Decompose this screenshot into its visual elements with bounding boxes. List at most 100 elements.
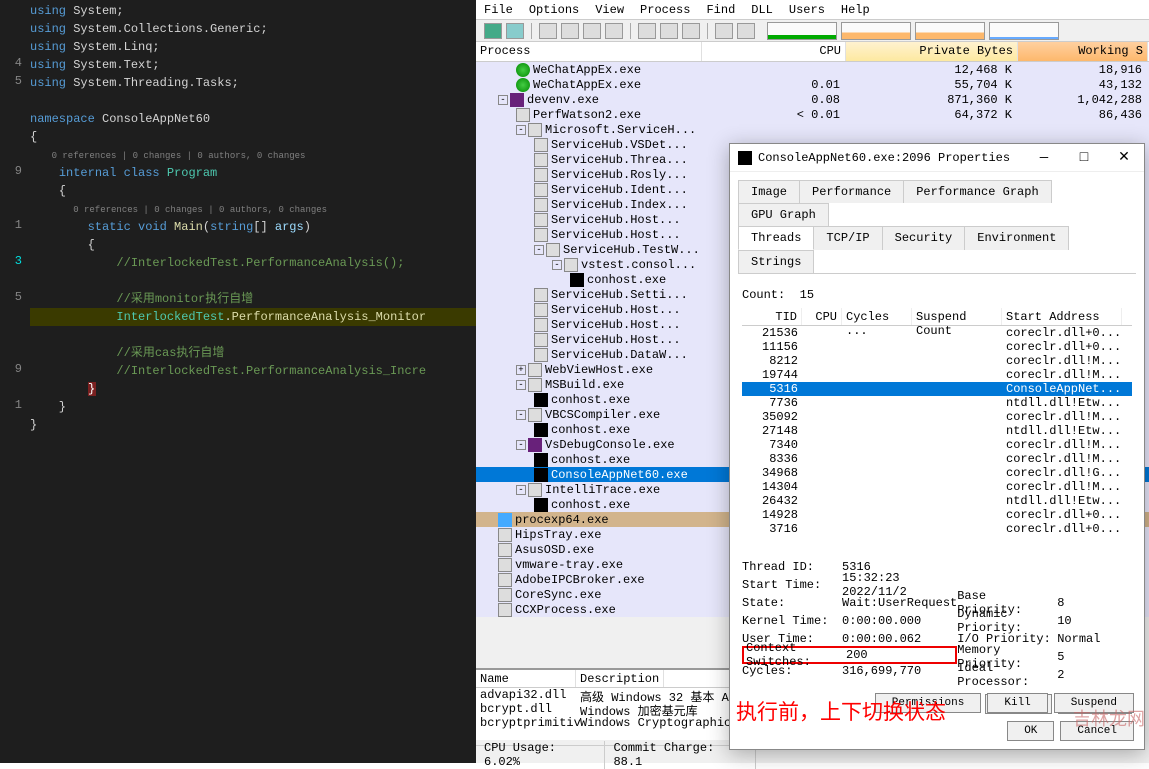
thread-headers[interactable]: TID CPU Cycles ... Suspend Count Start A… [742, 308, 1132, 326]
process-row[interactable]: -Microsoft.ServiceH... [476, 122, 1149, 137]
col-process[interactable]: Process [476, 42, 702, 61]
code-editor: 45913591 using System;using System.Colle… [0, 0, 476, 763]
thread-row[interactable]: 3716coreclr.dll+0... [742, 522, 1132, 536]
graph-strip [767, 22, 1059, 40]
thread-list[interactable]: 21536coreclr.dll+0...11156coreclr.dll+0.… [742, 326, 1132, 546]
cpu-graph[interactable] [767, 22, 837, 40]
menu-process[interactable]: Process [640, 3, 690, 17]
menu-find[interactable]: Find [706, 3, 735, 17]
handle-icon[interactable] [605, 23, 623, 39]
binoculars-icon[interactable] [715, 23, 733, 39]
mem-graph2[interactable] [915, 22, 985, 40]
process-row[interactable]: -devenv.exe0.08871,360 K1,042,288 [476, 92, 1149, 107]
kill-icon[interactable] [682, 23, 700, 39]
thread-row[interactable]: 27148ntdll.dll!Etw... [742, 424, 1132, 438]
col-description[interactable]: Description [576, 670, 664, 687]
col-working-set[interactable]: Working S [1018, 42, 1148, 61]
separator [630, 23, 631, 39]
prop-row: Start Time:15:32:23 2022/11/2 [742, 576, 957, 594]
tree-icon[interactable] [561, 23, 579, 39]
prop-row: State:Wait:UserRequest [742, 594, 957, 612]
thread-props: Thread ID:5316Start Time:15:32:23 2022/1… [742, 546, 1132, 684]
dialog-titlebar[interactable]: ConsoleAppNet60.exe:2096 Properties — □ … [730, 144, 1144, 172]
thread-row[interactable]: 5316ConsoleAppNet... [742, 382, 1132, 396]
col-start-address[interactable]: Start Address [1002, 308, 1122, 325]
tab-gpu-graph[interactable]: GPU Graph [738, 203, 829, 226]
prop-row: Ideal Processor:2 [957, 666, 1132, 684]
tab-strip[interactable]: ImagePerformancePerformance Graph GPU Gra… [738, 180, 1136, 274]
prop-row: Context Switches:200 [742, 646, 957, 664]
target-icon[interactable] [660, 23, 678, 39]
tab-security[interactable]: Security [882, 226, 966, 250]
refresh-icon[interactable] [506, 23, 524, 39]
col-private-bytes[interactable]: Private Bytes [846, 42, 1018, 61]
menu-file[interactable]: File [484, 3, 513, 17]
menu-help[interactable]: Help [841, 3, 870, 17]
tab-environment[interactable]: Environment [964, 226, 1069, 250]
status-bar: CPU Usage: 6.02% Commit Charge: 88.1 [476, 745, 756, 763]
separator [531, 23, 532, 39]
toolbar[interactable] [476, 20, 1149, 42]
thread-row[interactable]: 8336coreclr.dll!M... [742, 452, 1132, 466]
count-label: Count: [742, 288, 785, 302]
tab-image[interactable]: Image [738, 180, 800, 203]
prop-row: Dynamic Priority:10 [957, 612, 1132, 630]
col-cpu[interactable]: CPU [802, 308, 842, 325]
thread-row[interactable]: 26432ntdll.dll!Etw... [742, 494, 1132, 508]
col-cycles[interactable]: Cycles ... [842, 308, 912, 325]
dialog-title: ConsoleAppNet60.exe:2096 Properties [758, 151, 1010, 165]
col-tid[interactable]: TID [742, 308, 802, 325]
maximize-button[interactable]: □ [1064, 144, 1104, 172]
line-gutter: 45913591 [0, 0, 28, 763]
process-row[interactable]: WeChatAppEx.exe0.0155,704 K43,132 [476, 77, 1149, 92]
status-cpu: CPU Usage: 6.02% [476, 741, 605, 769]
thread-row[interactable]: 21536coreclr.dll+0... [742, 326, 1132, 340]
mem-graph[interactable] [841, 22, 911, 40]
dll-row[interactable]: advapi32.dll高级 Windows 32 基本 AP [476, 688, 756, 702]
menu-view[interactable]: View [595, 3, 624, 17]
ok-button[interactable]: OK [1007, 721, 1054, 741]
col-suspend[interactable]: Suspend Count [912, 308, 1002, 325]
tab-performance-graph[interactable]: Performance Graph [903, 180, 1051, 203]
menubar[interactable]: File Options View Process Find DLL Users Help [476, 0, 1149, 20]
menu-users[interactable]: Users [789, 3, 825, 17]
col-name[interactable]: Name [476, 670, 576, 687]
col-cpu[interactable]: CPU [702, 42, 846, 61]
properties-dialog: ConsoleAppNet60.exe:2096 Properties — □ … [729, 143, 1145, 750]
tab-threads[interactable]: Threads [738, 226, 814, 250]
tab-tcp-ip[interactable]: TCP/IP [813, 226, 882, 250]
code-area[interactable]: using System;using System.Collections.Ge… [30, 0, 476, 763]
dll-row[interactable]: bcryptprimitivWindows Cryptographic P [476, 716, 756, 730]
io-graph[interactable] [989, 22, 1059, 40]
sysinfo-icon[interactable] [539, 23, 557, 39]
separator [707, 23, 708, 39]
process-row[interactable]: PerfWatson2.exe< 0.0164,372 K86,436 [476, 107, 1149, 122]
thread-row[interactable]: 14928coreclr.dll+0... [742, 508, 1132, 522]
tab-performance[interactable]: Performance [799, 180, 904, 203]
count-value: 15 [800, 288, 814, 302]
dll-panel[interactable]: Name Description advapi32.dll高级 Windows … [476, 668, 756, 740]
kill-button[interactable]: Kill [987, 693, 1047, 713]
dll-icon[interactable] [583, 23, 601, 39]
thread-row[interactable]: 14304coreclr.dll!M... [742, 480, 1132, 494]
menu-dll[interactable]: DLL [751, 3, 773, 17]
find-icon[interactable] [638, 23, 656, 39]
thread-row[interactable]: 8212coreclr.dll!M... [742, 354, 1132, 368]
thread-row[interactable]: 11156coreclr.dll+0... [742, 340, 1132, 354]
process-headers[interactable]: Process CPU Private Bytes Working S [476, 42, 1149, 62]
prop-row [957, 558, 1132, 576]
minimize-button[interactable]: — [1024, 144, 1064, 172]
close-button[interactable]: ✕ [1104, 144, 1144, 172]
save-icon[interactable] [484, 23, 502, 39]
props-icon[interactable] [737, 23, 755, 39]
thread-row[interactable]: 7736ntdll.dll!Etw... [742, 396, 1132, 410]
prop-row: Cycles:316,699,770 [742, 662, 957, 680]
dll-headers[interactable]: Name Description [476, 670, 756, 688]
tab-strings[interactable]: Strings [738, 250, 814, 273]
thread-row[interactable]: 34968coreclr.dll!G... [742, 466, 1132, 480]
process-row[interactable]: WeChatAppEx.exe12,468 K18,916 [476, 62, 1149, 77]
thread-row[interactable]: 19744coreclr.dll!M... [742, 368, 1132, 382]
thread-row[interactable]: 7340coreclr.dll!M... [742, 438, 1132, 452]
menu-options[interactable]: Options [529, 3, 579, 17]
thread-row[interactable]: 35092coreclr.dll!M... [742, 410, 1132, 424]
